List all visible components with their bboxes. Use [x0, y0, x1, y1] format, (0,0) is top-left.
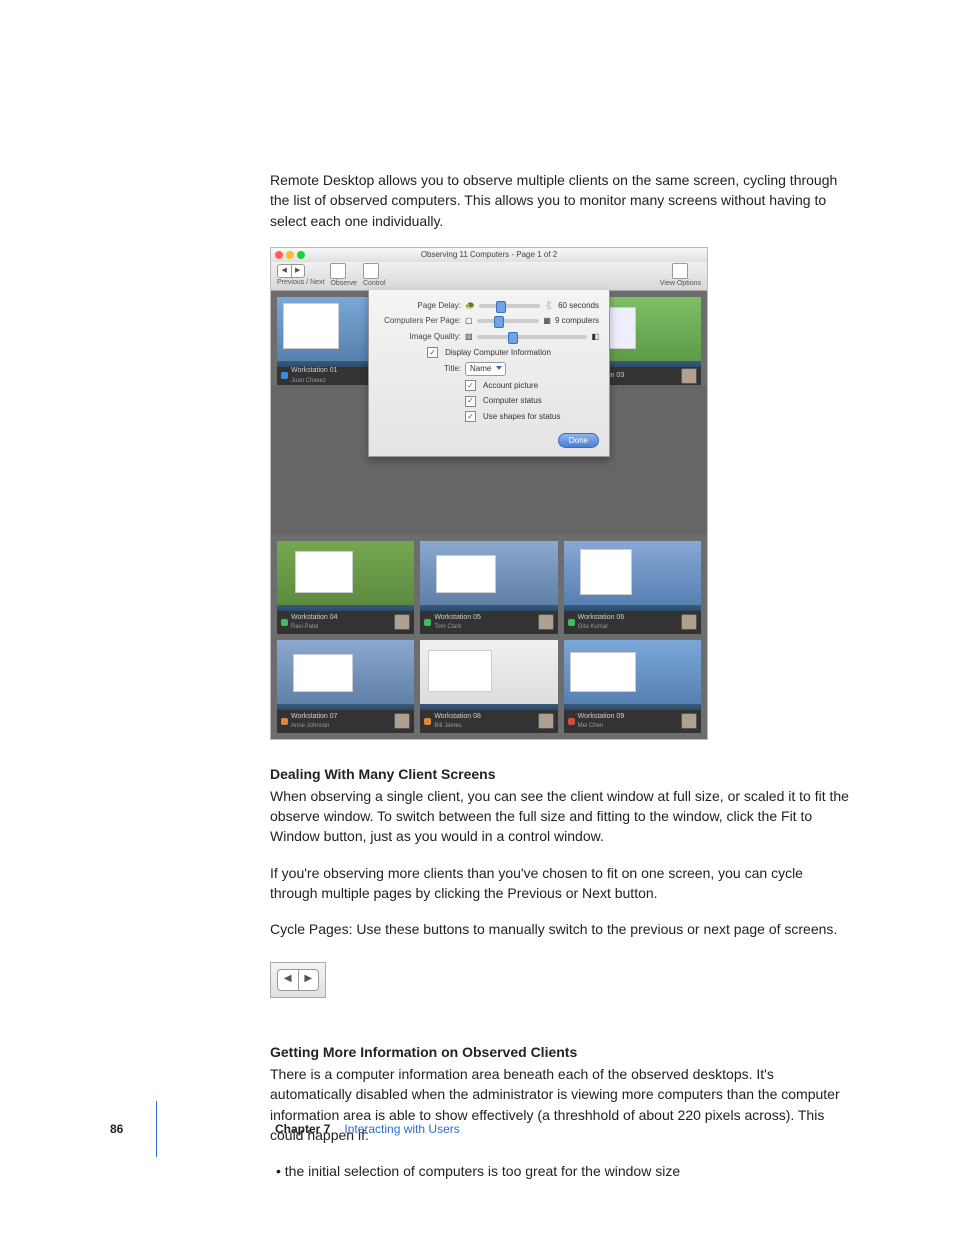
next-icon[interactable]: ▶: [299, 970, 319, 990]
status-icon: [568, 718, 575, 725]
computer-status-checkbox[interactable]: ✓: [465, 396, 476, 407]
avatar: [538, 713, 554, 729]
workstation-user: Mei Chen: [578, 722, 625, 731]
thumbnail[interactable]: [420, 640, 557, 704]
thumbnail[interactable]: [564, 640, 701, 704]
status-icon: [424, 718, 431, 725]
done-button[interactable]: Done: [558, 433, 599, 449]
computers-per-page-label: Computers Per Page:: [379, 315, 461, 327]
view-options-button[interactable]: [672, 263, 688, 279]
avatar: [538, 614, 554, 630]
page-delay-label: Page Delay:: [379, 300, 461, 312]
chapter-label: Chapter 7: [275, 1121, 330, 1138]
workstation-name: Workstation 09: [578, 712, 625, 722]
figure-observe-window: Observing 11 Computers - Page 1 of 2 ◀▶ …: [270, 247, 708, 740]
computer-status-label: Computer status: [483, 395, 542, 407]
page-delay-value: 60 seconds: [558, 300, 599, 312]
workstation-name: Workstation 01: [291, 366, 338, 376]
thumbnail[interactable]: [277, 541, 414, 605]
page-number: 86: [110, 1121, 138, 1138]
hare-icon: 🐇: [544, 300, 554, 312]
view-options-sheet: Page Delay: 🐢 🐇 60 seconds Computers Per Pa…: [368, 290, 610, 457]
heading-getting-more: Getting More Information on Observed Cli…: [270, 1042, 854, 1062]
title-select[interactable]: Name: [465, 362, 506, 376]
multi-screen-icon: ▦: [543, 315, 551, 327]
toolbar: ◀▶ Previous / Next Observe Control View …: [271, 262, 707, 291]
prev-next-segmented[interactable]: ◀ ▶: [277, 969, 319, 991]
bullet-item: the initial selection of computers is to…: [276, 1161, 854, 1181]
display-info-label: Display Computer Information: [445, 347, 551, 359]
computers-slider[interactable]: [477, 319, 540, 323]
workstation-user: Gita Kumar: [578, 623, 625, 632]
workstation-user: Bill James: [434, 722, 481, 731]
chapter-title: Interacting with Users: [344, 1121, 459, 1138]
view-options-label: View Options: [660, 279, 701, 289]
status-icon: [568, 619, 575, 626]
workstation-name: Workstation 04: [291, 613, 338, 623]
workstation-name: Workstation 05: [434, 613, 481, 623]
low-quality-icon: ▨: [465, 331, 473, 343]
status-icon: [281, 619, 288, 626]
footer-divider: [156, 1101, 157, 1157]
workstation-user: Anne Johnson: [291, 722, 338, 731]
page-footer: 86 Chapter 7 Interacting with Users: [110, 1101, 854, 1157]
account-picture-label: Account picture: [483, 380, 538, 392]
account-picture-checkbox[interactable]: ✓: [465, 380, 476, 391]
workstation-user: Tom Clark: [434, 623, 481, 632]
observe-label: Observe: [330, 279, 356, 289]
avatar: [681, 713, 697, 729]
prev-next-buttons[interactable]: ◀▶: [277, 264, 305, 278]
status-icon: [424, 619, 431, 626]
control-button[interactable]: [363, 263, 379, 279]
window-title: Observing 11 Computers - Page 1 of 2: [271, 249, 707, 261]
intro-paragraph: Remote Desktop allows you to observe mul…: [270, 170, 854, 231]
workstation-user: Ravi Patel: [291, 623, 338, 632]
single-screen-icon: ▢: [465, 315, 473, 327]
workstation-name: Workstation 08: [434, 712, 481, 722]
page-delay-slider[interactable]: [479, 304, 540, 308]
tortoise-icon: 🐢: [465, 300, 475, 312]
shapes-checkbox[interactable]: ✓: [465, 411, 476, 422]
display-info-checkbox[interactable]: ✓: [427, 347, 438, 358]
paragraph: If you're observing more clients than yo…: [270, 863, 854, 904]
prev-icon[interactable]: ◀: [278, 970, 299, 990]
computers-value: 9 computers: [555, 315, 599, 327]
paragraph: Cycle Pages: Use these buttons to manual…: [270, 919, 854, 939]
figure-prev-next: ◀ ▶: [270, 962, 326, 998]
status-icon: [281, 718, 288, 725]
status-icon: [281, 372, 288, 379]
high-quality-icon: ◧: [591, 331, 599, 343]
workstation-user: Juan Chavez: [291, 377, 338, 386]
prev-next-label: Previous / Next: [277, 278, 324, 288]
heading-dealing: Dealing With Many Client Screens: [270, 764, 854, 784]
avatar: [681, 368, 697, 384]
thumbnail[interactable]: [420, 541, 557, 605]
title-label: Title:: [379, 363, 461, 375]
control-label: Control: [363, 279, 386, 289]
paragraph: When observing a single client, you can …: [270, 786, 854, 847]
avatar: [681, 614, 697, 630]
workstation-name: Workstation 06: [578, 613, 625, 623]
avatar: [394, 614, 410, 630]
quality-slider[interactable]: [477, 335, 588, 339]
image-quality-label: Image Quality:: [379, 331, 461, 343]
observe-button[interactable]: [330, 263, 346, 279]
thumbnail[interactable]: [564, 541, 701, 605]
thumbnail[interactable]: [277, 640, 414, 704]
window-titlebar: Observing 11 Computers - Page 1 of 2: [271, 248, 707, 262]
avatar: [394, 713, 410, 729]
workstation-name: Workstation 07: [291, 712, 338, 722]
shapes-label: Use shapes for status: [483, 411, 560, 423]
